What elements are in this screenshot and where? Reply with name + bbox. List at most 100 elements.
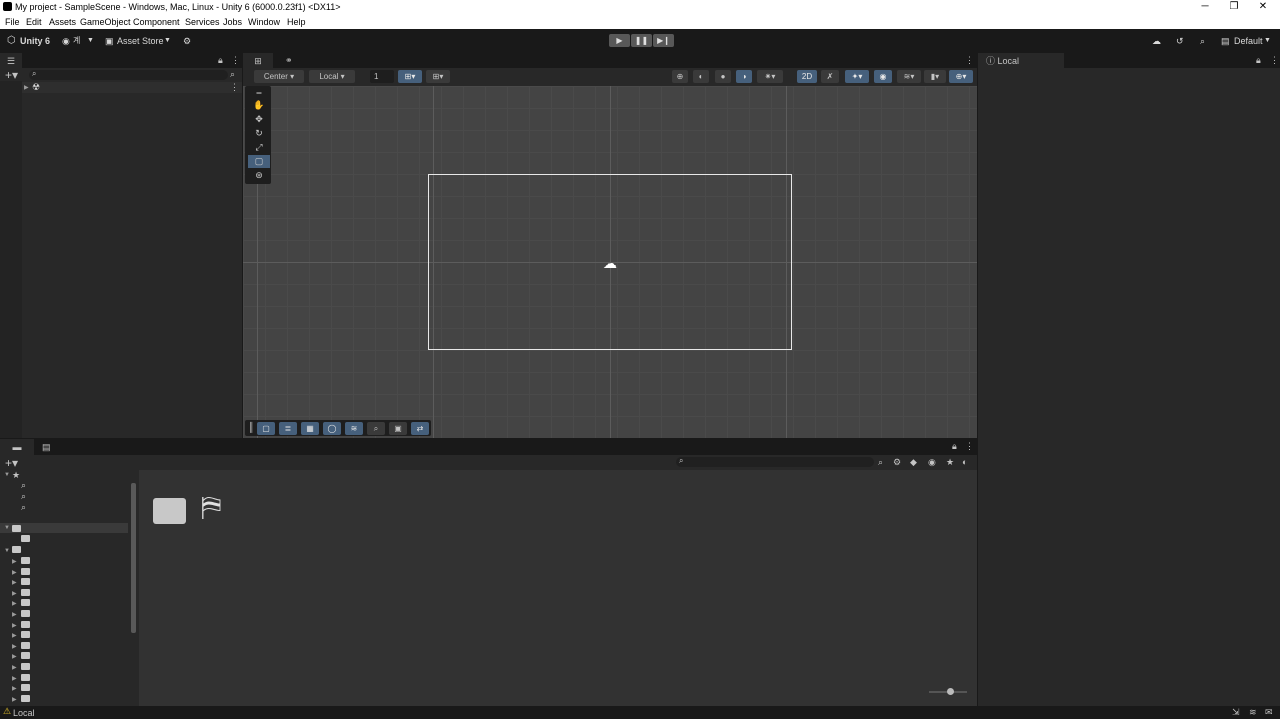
lighting-toggle[interactable]: ✗ (821, 70, 839, 83)
scene-more-icon[interactable]: ⋮ (230, 82, 239, 93)
package-arrow-icon[interactable]: ▶ (12, 643, 17, 650)
package-arrow-icon[interactable]: ▶ (12, 622, 17, 629)
step-button[interactable]: ▶❙ (653, 34, 674, 47)
package-folder-icon[interactable] (21, 557, 30, 564)
status-text[interactable]: Local (13, 708, 35, 718)
account-label[interactable]: 계 (73, 34, 80, 48)
package-folder-icon[interactable] (21, 610, 30, 617)
rect-tool-icon[interactable]: ▢ (248, 155, 270, 168)
scene-tab[interactable]: ⊞ (243, 53, 273, 69)
tree-scrollbar-thumb[interactable] (131, 483, 136, 633)
add-icon[interactable]: +▾ (5, 68, 18, 82)
align-icon[interactable]: ≣ (279, 422, 297, 435)
cloud-icon[interactable]: ☁ (1152, 34, 1161, 48)
packages-arrow-icon[interactable]: ▼ (4, 548, 10, 554)
scene-more-icon[interactable]: ⋮ (965, 55, 974, 66)
package-icon[interactable]: ⚙ (183, 34, 191, 48)
favorite-icon[interactable]: ★ (946, 457, 954, 468)
pause-button[interactable]: ❚❚ (631, 34, 652, 47)
package-arrow-icon[interactable]: ▶ (12, 675, 17, 682)
shading-solid-icon[interactable]: ● (715, 70, 731, 83)
saved-search-icon[interactable]: ⌕ (21, 491, 26, 502)
rotate-tool-icon[interactable]: ↻ (248, 127, 270, 140)
game-tab-icon[interactable]: ⚭ (285, 55, 293, 66)
history-icon[interactable]: ↺ (1176, 34, 1184, 48)
zoom-icon[interactable]: ⌕ (367, 422, 385, 435)
layout-chevron-icon[interactable]: ▼ (1264, 34, 1271, 48)
package-folder-icon[interactable] (21, 641, 30, 649)
package-folder-icon[interactable] (21, 599, 30, 607)
package-arrow-icon[interactable]: ▶ (12, 569, 17, 576)
lock-icon[interactable]: 🔒︎ (1256, 55, 1261, 66)
package-arrow-icon[interactable]: ▶ (12, 611, 17, 618)
package-arrow-icon[interactable]: ▶ (12, 632, 17, 639)
menu-help[interactable]: Help (287, 17, 306, 27)
project-tab[interactable]: ▬ (0, 439, 34, 455)
package-folder-icon[interactable] (21, 567, 30, 575)
layout-dropdown[interactable]: Default (1234, 34, 1263, 48)
label-icon[interactable]: ◆ (910, 457, 917, 468)
grid-icon[interactable]: ▦ (301, 422, 319, 435)
minimize-button[interactable]: ─ (1190, 0, 1220, 15)
expand-arrow-icon[interactable]: ▶ (24, 84, 29, 91)
account-dropdown[interactable]: ▼ (87, 34, 94, 48)
render-mode-icon[interactable]: ✷▾ (757, 70, 783, 83)
camera-gizmo-icon[interactable]: ☁ (603, 255, 617, 272)
move-tool-icon[interactable]: ✥ (248, 113, 270, 126)
console-tab-icon[interactable]: ▤ (42, 442, 51, 453)
menu-file[interactable]: File (5, 17, 20, 27)
menu-gameobject[interactable]: GameObject (80, 17, 131, 27)
close-button[interactable]: ✕ (1248, 0, 1278, 15)
pivot-dropdown[interactable]: Center ▾ (254, 70, 304, 83)
tree-scrollbar[interactable] (131, 475, 136, 701)
package-arrow-icon[interactable]: ▶ (12, 579, 17, 586)
package-folder-icon[interactable] (21, 652, 30, 660)
package-folder-icon[interactable] (21, 578, 30, 586)
search-filter-icon[interactable]: ⌕ (878, 457, 883, 468)
package-folder-icon[interactable] (21, 631, 30, 639)
menu-edit[interactable]: Edit (26, 17, 42, 27)
package-arrow-icon[interactable]: ▶ (12, 664, 17, 671)
transform-tool-icon[interactable]: ⊛ (248, 169, 270, 182)
package-arrow-icon[interactable]: ▶ (12, 558, 17, 565)
hierarchy-search-input[interactable]: ⌕ (29, 69, 228, 80)
create-icon[interactable]: +▾ (5, 456, 18, 470)
package-folder-icon[interactable] (21, 620, 30, 628)
menu-jobs[interactable]: Jobs (223, 17, 242, 27)
packages-folder-icon[interactable] (12, 546, 21, 553)
hidden-packages-icon[interactable]: ◐ (962, 457, 967, 467)
menu-component[interactable]: Component (133, 17, 180, 27)
zoom-slider[interactable] (929, 688, 967, 695)
mode-2d-toggle[interactable]: 2D (797, 70, 817, 83)
search-icon[interactable]: ⌕ (1200, 34, 1205, 48)
grid-snap-input[interactable]: 1 (370, 70, 394, 83)
package-arrow-icon[interactable]: ▶ (12, 696, 17, 703)
package-arrow-icon[interactable]: ▶ (12, 590, 17, 597)
grid-visibility-toggle[interactable]: ⊞▾ (426, 70, 450, 83)
package-arrow-icon[interactable]: ▶ (12, 685, 17, 692)
saved-search-icon[interactable]: ⌕ (21, 502, 26, 513)
play-button[interactable]: ▶ (609, 34, 630, 47)
gizmos-dropdown[interactable]: ⊕▾ (949, 70, 973, 83)
filter-type-icon[interactable]: ⚙ (893, 457, 901, 468)
hand-tool-icon[interactable]: ✋ (248, 99, 270, 112)
account-icon[interactable]: ◉ (62, 34, 70, 48)
package-folder-icon[interactable] (21, 673, 30, 681)
visibility-icon[interactable]: ◉ (928, 457, 936, 468)
debug-icon[interactable]: ✉ (1265, 707, 1273, 718)
more-icon[interactable]: ⋮ (231, 55, 240, 66)
overlay-handle-icon[interactable]: ║ (248, 422, 254, 432)
audio-toggle[interactable]: ✦▾ (845, 70, 869, 83)
assets-arrow-icon[interactable]: ▼ (4, 525, 10, 531)
visibility-toggle[interactable]: ◉ (874, 70, 892, 83)
saved-search-icon[interactable]: ⌕ (21, 480, 26, 491)
warning-icon[interactable]: ⚠ (3, 706, 11, 717)
orientation-icon[interactable]: ⊕ (672, 70, 688, 83)
scene-viewport[interactable]: ☁ ═ ✋ ✥ ↻ ⤢ ▢ ⊛ ║ ▢ ≣ ▦ ◯ ≋ ⌕ ▣ ⇄ (243, 86, 977, 438)
maximize-button[interactable]: ❐ (1219, 0, 1249, 15)
shading-wire-icon[interactable]: ◐ (693, 70, 709, 83)
package-folder-icon[interactable] (21, 588, 30, 596)
menu-services[interactable]: Services (185, 17, 220, 27)
more-icon[interactable]: ⋮ (965, 441, 974, 452)
lock-icon[interactable]: 🔒︎ (952, 441, 957, 452)
